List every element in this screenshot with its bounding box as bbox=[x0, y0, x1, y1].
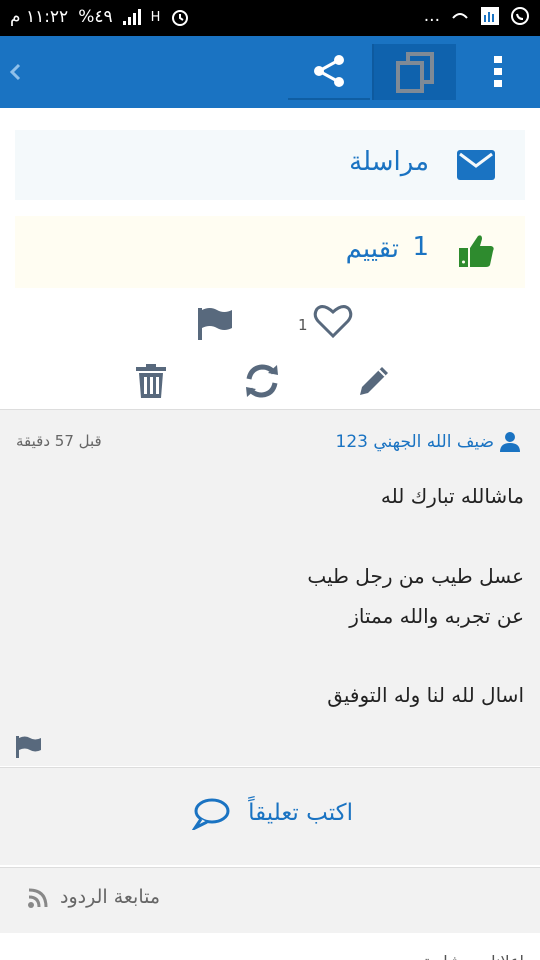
status-left: ١١:٢٢ م %٤٩ H bbox=[10, 7, 190, 27]
like-button[interactable] bbox=[312, 302, 354, 340]
flag-icon bbox=[198, 308, 232, 340]
status-time: ١١:٢٢ م bbox=[10, 7, 69, 27]
battery-level: %٤٩ bbox=[78, 7, 113, 27]
refresh-icon bbox=[246, 364, 278, 398]
follow-replies-label: متابعة الردود bbox=[60, 886, 161, 908]
chevron-left-icon bbox=[9, 63, 21, 81]
app-bar bbox=[0, 36, 540, 108]
envelope-icon bbox=[457, 150, 495, 180]
whatsapp-icon bbox=[511, 7, 529, 25]
refresh-button[interactable] bbox=[242, 362, 282, 400]
comment-line: عسل طيب من رجل طيب bbox=[307, 564, 524, 588]
flag-icon bbox=[16, 736, 41, 758]
rss-icon bbox=[28, 888, 48, 908]
report-flag-button[interactable] bbox=[195, 305, 235, 341]
bottom-section: إعلانات مشابهة bbox=[0, 934, 540, 960]
write-comment-label: اكتب تعليقاً bbox=[248, 800, 353, 826]
message-button[interactable]: مراسلة bbox=[15, 130, 525, 200]
network-type: H bbox=[150, 9, 161, 25]
more-vert-icon bbox=[494, 56, 502, 87]
alarm-icon bbox=[172, 10, 189, 26]
user-icon bbox=[500, 432, 520, 452]
signal-icon bbox=[122, 9, 141, 25]
status-more: ... bbox=[423, 6, 440, 26]
write-comment-button[interactable]: اكتب تعليقاً bbox=[0, 767, 540, 865]
heart-icon bbox=[313, 305, 353, 339]
comment-line: ماشالله تبارك لله bbox=[380, 484, 524, 508]
comment-line: عن تجربه والله ممتاز bbox=[349, 604, 524, 628]
app-notification-icon bbox=[481, 7, 499, 25]
comment-author-link[interactable]: ضيف الله الجهني 123 bbox=[336, 432, 494, 452]
comment-line: اسال لله لنا وله التوفيق bbox=[327, 683, 524, 707]
rating-label: تقييم bbox=[345, 234, 399, 264]
comment-card: ضيف الله الجهني 123 قبل 57 دقيقة ماشالله… bbox=[0, 410, 540, 766]
share-button[interactable] bbox=[288, 44, 370, 100]
copy-button[interactable] bbox=[372, 44, 456, 100]
edit-button[interactable] bbox=[354, 362, 394, 400]
trash-icon bbox=[136, 364, 166, 398]
comment-report-button[interactable] bbox=[16, 736, 42, 762]
message-label: مراسلة bbox=[349, 147, 429, 177]
more-options-button[interactable] bbox=[480, 52, 516, 92]
cast-icon bbox=[452, 13, 468, 19]
delete-button[interactable] bbox=[134, 362, 168, 400]
status-bar: ١١:٢٢ م %٤٩ H ... bbox=[0, 0, 540, 36]
rating-count: 1 bbox=[412, 232, 429, 262]
back-button[interactable] bbox=[4, 56, 28, 88]
copy-icon bbox=[396, 52, 434, 93]
comment-time: قبل 57 دقيقة bbox=[16, 432, 102, 450]
pencil-icon bbox=[360, 367, 388, 395]
share-icon bbox=[314, 55, 344, 87]
status-right: ... bbox=[424, 6, 530, 26]
next-section-title: إعلانات مشابهة bbox=[423, 952, 524, 960]
comment-bubble-icon bbox=[192, 798, 230, 830]
follow-replies-button[interactable]: متابعة الردود bbox=[0, 867, 540, 933]
rating-box[interactable]: تقييم 1 bbox=[15, 216, 525, 288]
thumbs-up-icon bbox=[459, 235, 494, 267]
like-count: 1 bbox=[298, 316, 308, 334]
